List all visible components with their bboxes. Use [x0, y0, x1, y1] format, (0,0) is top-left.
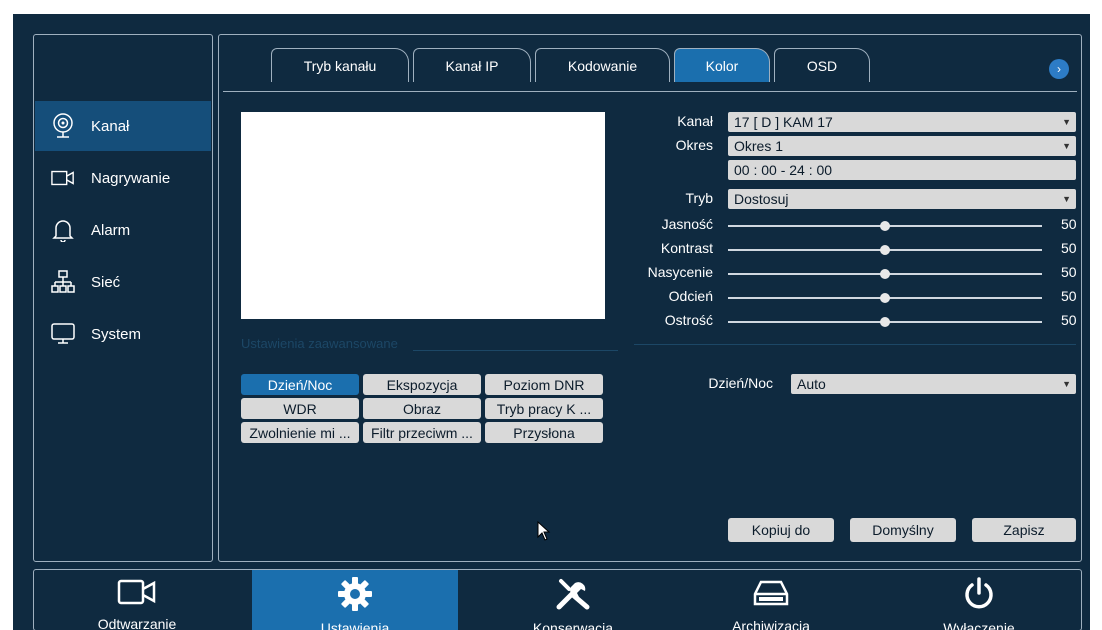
- slider-value: 50: [1061, 240, 1077, 256]
- divider: [413, 350, 618, 351]
- slider-handle[interactable]: [880, 245, 890, 255]
- slider-label: Kontrast: [660, 240, 713, 256]
- video-camera-icon: [51, 166, 75, 190]
- time-range-input[interactable]: 00 : 00 - 24 : 00: [728, 160, 1076, 180]
- adv-btn-obraz[interactable]: Obraz: [363, 398, 481, 419]
- okres-label: Okres: [675, 137, 713, 153]
- slider-handle[interactable]: [880, 221, 890, 231]
- daynight-label: Dzień/Noc: [708, 375, 773, 391]
- dropdown-arrow-icon: ▼: [1062, 379, 1071, 389]
- okres-select[interactable]: Okres 1 ▼: [728, 136, 1076, 156]
- divider: [634, 344, 1076, 345]
- sidebar-item-kanal[interactable]: Kanał: [35, 101, 211, 151]
- daynight-select[interactable]: Auto ▼: [791, 374, 1076, 394]
- dropdown-arrow-icon: ▼: [1062, 141, 1071, 151]
- camera-lens-icon: [51, 113, 75, 138]
- adv-btn-poziom-dnr[interactable]: Poziom DNR: [485, 374, 603, 395]
- dvr-settings-screen: Kanał Nagrywanie Alarm Sieć System Tryb …: [13, 14, 1090, 630]
- sidebar-item-label: Nagrywanie: [91, 169, 171, 187]
- default-button[interactable]: Domyślny: [850, 518, 956, 542]
- adv-btn-filtr[interactable]: Filtr przeciwm ...: [363, 422, 481, 443]
- slider-handle[interactable]: [880, 317, 890, 327]
- network-icon: [51, 270, 75, 294]
- save-button[interactable]: Zapisz: [972, 518, 1076, 542]
- monitor-icon: [51, 322, 75, 346]
- sidebar-item-nagrywanie[interactable]: Nagrywanie: [35, 153, 211, 203]
- adv-btn-dzien-noc[interactable]: Dzień/Noc: [241, 374, 359, 395]
- copy-to-button[interactable]: Kopiuj do: [728, 518, 834, 542]
- kolor-content: Kanał 17 [ D ] KAM 17 ▼ Okres Okres 1 ▼ 00…: [223, 91, 1077, 559]
- adv-btn-zwolnienie[interactable]: Zwolnienie mi ...: [241, 422, 359, 443]
- sidebar: Kanał Nagrywanie Alarm Sieć System: [33, 34, 213, 562]
- bottom-item-archiwizacja[interactable]: Archiwizacja: [668, 570, 874, 630]
- bottom-item-wylaczenie[interactable]: Wyłączenie: [876, 570, 1081, 630]
- slider-handle[interactable]: [880, 293, 890, 303]
- slider-label: Jasność: [661, 216, 713, 232]
- slider-value: 50: [1061, 216, 1077, 232]
- adv-btn-tryb-pracy[interactable]: Tryb pracy K ...: [485, 398, 603, 419]
- kanal-select[interactable]: 17 [ D ] KAM 17 ▼: [728, 112, 1076, 132]
- mouse-cursor-icon: [537, 520, 551, 546]
- slider-value: 50: [1061, 312, 1077, 328]
- advanced-settings-title: Ustawienia zaawansowane: [241, 336, 398, 351]
- tab-next-icon[interactable]: ›: [1049, 59, 1069, 79]
- adv-btn-przyslona[interactable]: Przysłona: [485, 422, 603, 443]
- sidebar-item-label: Alarm: [91, 221, 131, 239]
- bottom-nav: Odtwarzanie Ustawienia Konserwacja Archi…: [33, 569, 1082, 630]
- gear-icon: [338, 577, 372, 611]
- video-camera-icon: [117, 578, 157, 606]
- dropdown-arrow-icon: ▼: [1062, 194, 1071, 204]
- tab-osd[interactable]: OSD: [774, 48, 870, 82]
- slider-label: Odcień: [668, 288, 713, 304]
- tryb-label: Tryb: [685, 190, 713, 206]
- tab-kodowanie[interactable]: Kodowanie: [535, 48, 670, 82]
- kanal-label: Kanał: [677, 113, 713, 129]
- tab-kolor[interactable]: Kolor: [674, 48, 770, 82]
- tab-bar: Tryb kanału Kanał IP Kodowanie Kolor OSD…: [219, 35, 1081, 91]
- adv-btn-wdr[interactable]: WDR: [241, 398, 359, 419]
- sidebar-item-label: System: [91, 325, 142, 343]
- tryb-select[interactable]: Dostosuj ▼: [728, 189, 1076, 209]
- drive-icon: [753, 578, 789, 608]
- main-panel: Tryb kanału Kanał IP Kodowanie Kolor OSD…: [218, 34, 1082, 562]
- sidebar-item-label: Sieć: [91, 273, 121, 291]
- bottom-item-konserwacja[interactable]: Konserwacja: [470, 570, 676, 630]
- tools-icon: [555, 578, 591, 610]
- adv-btn-ekspozycja[interactable]: Ekspozycja: [363, 374, 481, 395]
- bottom-item-ustawienia[interactable]: Ustawienia: [252, 570, 458, 630]
- tab-tryb-kanalu[interactable]: Tryb kanału: [271, 48, 409, 82]
- slider-label: Nasycenie: [647, 264, 713, 280]
- dropdown-arrow-icon: ▼: [1062, 117, 1071, 127]
- bottom-item-odtwarzanie[interactable]: Odtwarzanie: [34, 570, 240, 630]
- bell-icon: [51, 218, 75, 242]
- sidebar-item-alarm[interactable]: Alarm: [35, 205, 211, 255]
- tab-kanal-ip[interactable]: Kanał IP: [413, 48, 531, 82]
- slider-label: Ostrość: [664, 312, 713, 328]
- slider-handle[interactable]: [880, 269, 890, 279]
- video-preview: [241, 112, 605, 319]
- slider-value: 50: [1061, 288, 1077, 304]
- sidebar-item-label: Kanał: [91, 117, 130, 135]
- sidebar-item-system[interactable]: System: [35, 309, 211, 359]
- slider-value: 50: [1061, 264, 1077, 280]
- sidebar-item-siec[interactable]: Sieć: [35, 257, 211, 307]
- power-icon: [963, 577, 995, 610]
